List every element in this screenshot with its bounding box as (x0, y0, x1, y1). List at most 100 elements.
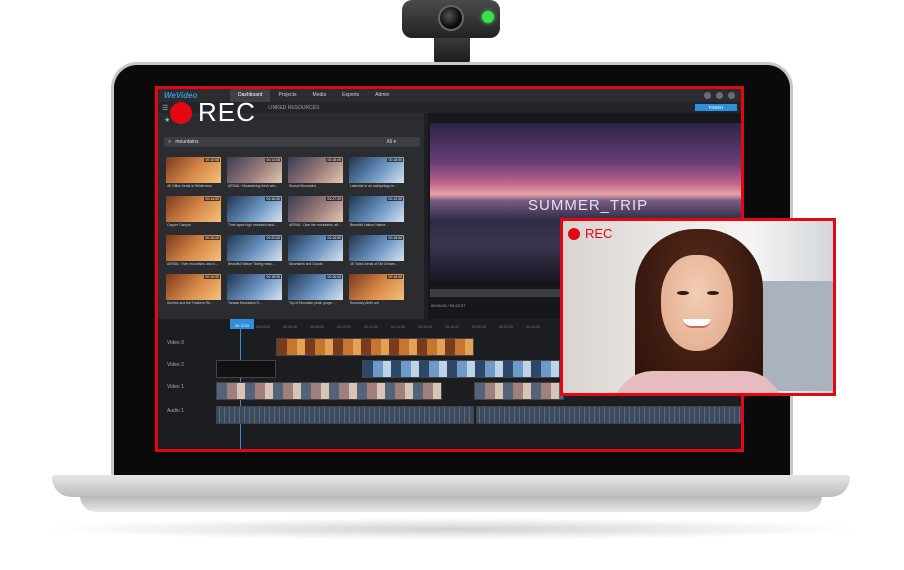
ruler-tick: 00:22:00 (499, 325, 513, 329)
clip-duration: 00:10:06 (204, 158, 220, 162)
person-face (661, 255, 733, 351)
clip-duration: 00:16:00 (265, 197, 281, 201)
playhead-time[interactable]: 00:02:03 (230, 319, 254, 329)
record-dot-icon (170, 101, 192, 124)
track-label: Video 1 (167, 384, 184, 390)
search-icon: ⌕ (168, 138, 172, 145)
clip-duration: 00:16:00 (204, 236, 220, 240)
media-clip[interactable]: 00:16:00 Top of Mountain peak, gorge... (288, 274, 343, 307)
clip-duration: 00:18:00 (387, 158, 403, 162)
rec-indicator: REC (170, 97, 256, 128)
timeline-clip[interactable] (276, 338, 474, 356)
clip-duration: 00:14:08 (265, 158, 281, 162)
menu-projects[interactable]: Projects (270, 89, 304, 102)
clip-caption: Sunset Mountains (289, 183, 343, 190)
clip-caption: Summary Ainth ant (350, 300, 404, 307)
clip-caption: Beautiful Nature Nature... (350, 222, 404, 229)
clip-duration: 00:12:00 (387, 197, 403, 201)
webcam-led-indicator (482, 11, 494, 23)
clip-caption: Sunrise and the Trekkers Re... (167, 300, 221, 307)
media-clip[interactable]: 00:14:00 Mountains and Clouds (288, 235, 343, 268)
clip-duration: 00:18:00 (265, 275, 281, 279)
clip-duration: 00:27:00 (326, 197, 342, 201)
media-clip[interactable]: 00:18:00 Tarawa Mountains S... (227, 274, 282, 307)
media-clip[interactable]: 00:16:00 Sunrise and the Trekkers Re... (166, 274, 221, 307)
media-clip[interactable]: 00:22:00 Beautiful Nature Tatreg ranks... (227, 235, 282, 268)
ruler-tick: 00:04:00 (256, 325, 270, 329)
media-clip[interactable]: 00:12:00 Beautiful Nature Nature... (349, 196, 404, 229)
record-dot-icon (568, 227, 580, 240)
clip-caption: Time lapse high mountain land... (228, 222, 282, 229)
clip-duration: 00:16:00 (387, 236, 403, 240)
ruler-tick: 00:10:00 (337, 325, 351, 329)
clip-duration: 00:14:00 (204, 197, 220, 201)
webcam-lens-icon (438, 5, 464, 31)
media-clip[interactable]: 00:27:00 AERIAL: Over the mountains, aff.… (288, 196, 343, 229)
menu-exports[interactable]: Exports (334, 89, 367, 102)
ruler-tick: 00:20:00 (472, 325, 486, 329)
clip-duration: 00:16:00 (326, 275, 342, 279)
media-clip[interactable]: 00:16:00 AERIAL: Over mountains and cl... (166, 235, 221, 268)
linked-resources-tab[interactable]: LINKED RESOURCES (268, 105, 319, 111)
clip-duration: 00:16:00 (387, 275, 403, 279)
clip-caption: Copper Canyon (167, 222, 221, 229)
scene: WeVideo Dashboard Projects Media Exports… (0, 0, 904, 570)
media-panel: ★ ⌕ mountains All ▾ 00:10:06 4K Office Ae… (158, 113, 424, 319)
hamburger-icon[interactable]: ☰ (162, 104, 168, 112)
ruler-tick: 00:16:00 (418, 325, 432, 329)
track-label: Audio 1 (167, 408, 184, 414)
webcam (402, 0, 500, 38)
media-clip[interactable]: 00:16:00 4K Video Aerial of Tall Cedars..… (349, 235, 404, 268)
laptop-base-bottom (80, 496, 822, 512)
media-clip[interactable]: 00:14:08 AERIAL: Mountaining fresh sen... (227, 157, 282, 190)
clip-duration: 00:18:00 (326, 158, 342, 162)
finish-button[interactable]: FINISH (695, 104, 737, 111)
audio-clip[interactable] (216, 406, 474, 424)
media-clip[interactable]: 00:16:00 Time lapse high mountain land... (227, 196, 282, 229)
clip-caption: 4K Video Aerial of Tall Cedars... (350, 261, 404, 268)
laptop-base (52, 475, 850, 497)
rec-label: REC (198, 97, 256, 127)
clip-caption: Tarawa Mountains S... (228, 300, 282, 307)
avatar[interactable] (728, 92, 735, 99)
ruler-tick: 00:14:00 (391, 325, 405, 329)
clip-caption: 4K Office Aerial of Wilderness (167, 183, 221, 190)
media-clip[interactable]: 00:14:00 Copper Canyon (166, 196, 221, 229)
ruler-tick: 00:08:00 (310, 325, 324, 329)
search-input[interactable]: mountains (175, 139, 198, 145)
track-audio-1: Audio 1 (158, 405, 741, 425)
media-clip[interactable]: 00:16:00 Summary Ainth ant (349, 274, 404, 307)
timeline-clip[interactable] (362, 360, 562, 378)
clip-caption: AERIAL: Over the mountains, aff... (289, 222, 343, 229)
timeline-clip[interactable] (474, 382, 564, 400)
person-eye (707, 291, 719, 295)
clip-caption: Mountains and Clouds (289, 261, 343, 268)
preview-timecode: 00:00:02 / 00:22:07 (431, 303, 466, 308)
media-clip[interactable]: 00:10:06 4K Office Aerial of Wilderness (166, 157, 221, 190)
filter-dropdown[interactable]: All ▾ (387, 139, 396, 145)
overlay-rec-label: REC (585, 226, 613, 241)
laptop-shadow (40, 518, 864, 540)
ruler-tick: 00:06:00 (283, 325, 297, 329)
clip-caption: Beautiful Nature Tatreg ranks... (228, 261, 282, 268)
clip-caption: AERIAL: Mountaining fresh sen... (228, 183, 282, 190)
media-clip[interactable]: 00:18:00 Sunset Mountains (288, 157, 343, 190)
timeline-clip[interactable] (216, 360, 276, 378)
clip-caption: AERIAL: Over mountains and cl... (167, 261, 221, 268)
webcam-overlay[interactable] (560, 218, 836, 396)
person-sweater (613, 371, 783, 393)
menu-icons (704, 92, 735, 99)
preview-title: SUMMER_TRIP (528, 197, 649, 214)
menu-admin[interactable]: Admin (367, 89, 397, 102)
clip-grid: 00:10:06 4K Office Aerial of Wilderness 00… (166, 157, 406, 307)
search-bar[interactable]: ⌕ mountains All ▾ (164, 137, 420, 147)
bell-icon[interactable] (716, 92, 723, 99)
timeline-clip[interactable] (216, 382, 442, 400)
track-label: Video 2 (167, 362, 184, 368)
clip-duration: 00:22:00 (265, 236, 281, 240)
help-icon[interactable] (704, 92, 711, 99)
media-clip[interactable]: 00:18:00 Lakeside in an archipelago in... (349, 157, 404, 190)
audio-clip[interactable] (476, 406, 741, 424)
menu-media[interactable]: Media (305, 89, 335, 102)
ruler-tick: 00:12:00 (364, 325, 378, 329)
